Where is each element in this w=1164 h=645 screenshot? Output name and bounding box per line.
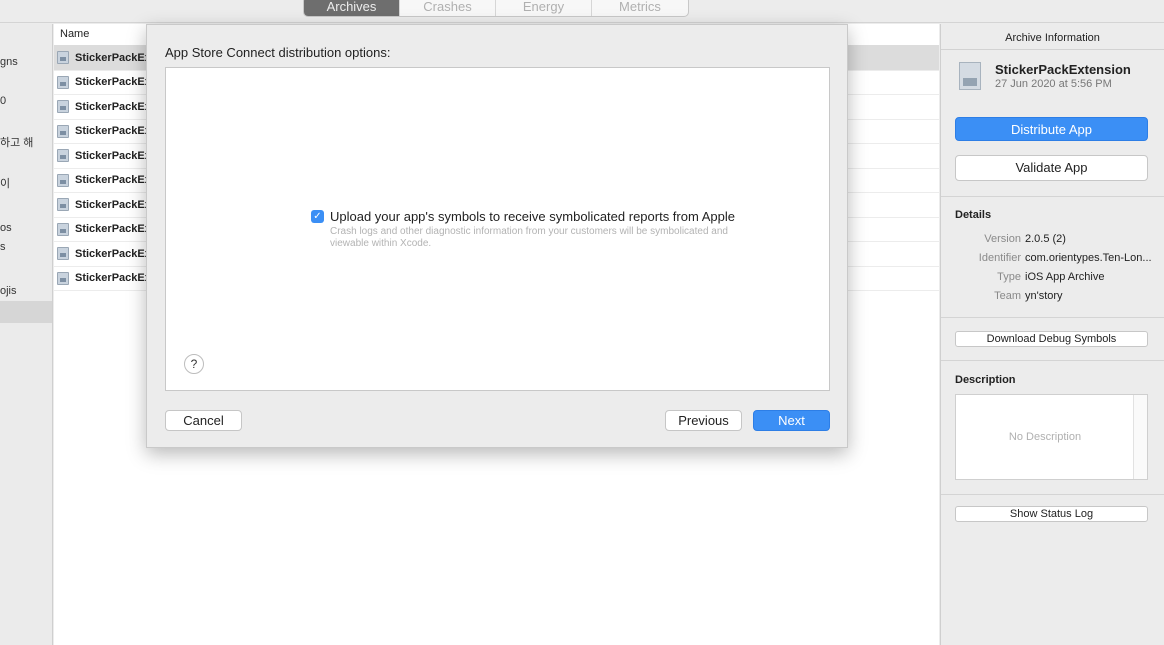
segmented-tabs: Archives Crashes Energy Metrics <box>303 0 689 17</box>
detail-value: iOS App Archive <box>1025 271 1105 283</box>
archive-icon <box>57 271 69 285</box>
archive-icon <box>57 100 69 114</box>
upload-symbols-option[interactable]: ✓ Upload your app's symbols to receive s… <box>311 209 735 224</box>
sheet-title: App Store Connect distribution options: <box>165 45 391 60</box>
row-label: StickerPackEx <box>75 198 151 211</box>
divider <box>941 494 1164 495</box>
detail-version: Version 2.0.5 (2) <box>941 233 1164 245</box>
divider <box>941 360 1164 361</box>
row-label: StickerPackEx <box>75 247 151 260</box>
show-status-log-button[interactable]: Show Status Log <box>955 506 1148 522</box>
archive-icon <box>57 51 69 65</box>
upload-symbols-help-text: Crash logs and other diagnostic informat… <box>330 226 728 249</box>
detail-value: 2.0.5 (2) <box>1025 233 1066 245</box>
tab-energy[interactable]: Energy <box>496 0 592 16</box>
archive-icon <box>959 62 981 90</box>
archive-info-panel: Archive Information StickerPackExtension… <box>940 24 1164 645</box>
distribution-options-sheet: App Store Connect distribution options: … <box>146 24 848 448</box>
archive-icon <box>57 247 69 261</box>
row-label: StickerPackEx <box>75 272 151 285</box>
detail-value: yn'story <box>1025 290 1063 302</box>
archive-summary: StickerPackExtension 27 Jun 2020 at 5:56… <box>959 62 1131 90</box>
help-button[interactable]: ? <box>184 354 204 374</box>
detail-key: Version <box>984 233 1021 245</box>
tab-metrics[interactable]: Metrics <box>592 0 688 16</box>
detail-identifier: Identifier com.orientypes.Ten-Lon... <box>941 252 1164 264</box>
previous-button[interactable]: Previous <box>665 410 742 431</box>
description-placeholder: No Description <box>1008 431 1082 443</box>
detail-value: com.orientypes.Ten-Lon... <box>1025 252 1152 264</box>
row-label: StickerPackEx <box>75 125 151 138</box>
archive-icon <box>57 173 69 187</box>
row-label: StickerPackEx <box>75 223 151 236</box>
row-label: StickerPackEx <box>75 174 151 187</box>
description-scrollbar[interactable] <box>1133 395 1147 479</box>
sidebar: gns 0 하고 해 이 os s ojis <box>0 24 53 645</box>
cancel-button[interactable]: Cancel <box>165 410 242 431</box>
divider <box>941 317 1164 318</box>
detail-key: Identifier <box>978 252 1021 264</box>
download-debug-symbols-button[interactable]: Download Debug Symbols <box>955 331 1148 347</box>
sidebar-item[interactable]: 이 <box>0 173 52 195</box>
row-label: StickerPackEx <box>75 51 151 64</box>
row-label: StickerPackEx <box>75 100 151 113</box>
archive-name: StickerPackExtension <box>995 62 1131 77</box>
sidebar-item[interactable]: 0 <box>0 90 52 112</box>
row-label: StickerPackEx <box>75 149 151 162</box>
detail-type: Type iOS App Archive <box>941 271 1164 283</box>
archive-date: 27 Jun 2020 at 5:56 PM <box>995 78 1112 90</box>
archive-icon <box>57 75 69 89</box>
distribute-app-button[interactable]: Distribute App <box>955 117 1148 141</box>
options-box: ✓ Upload your app's symbols to receive s… <box>165 67 830 391</box>
tab-crashes[interactable]: Crashes <box>400 0 496 16</box>
divider <box>941 196 1164 197</box>
validate-app-button[interactable]: Validate App <box>955 155 1148 181</box>
sidebar-item[interactable]: s <box>0 236 52 258</box>
row-label: StickerPackEx <box>75 76 151 89</box>
detail-team: Team yn'story <box>941 290 1164 302</box>
upload-symbols-checkbox[interactable]: ✓ <box>311 210 324 223</box>
description-heading: Description <box>955 374 1016 386</box>
detail-key: Type <box>997 271 1021 283</box>
archive-icon <box>57 198 69 212</box>
archive-icon <box>57 149 69 163</box>
sidebar-item[interactable]: gns <box>0 51 52 73</box>
next-button[interactable]: Next <box>753 410 830 431</box>
details-heading: Details <box>955 209 992 221</box>
sidebar-item-selected[interactable] <box>0 301 52 323</box>
archive-icon <box>57 124 69 138</box>
tab-archives[interactable]: Archives <box>304 0 400 16</box>
sidebar-item[interactable]: 하고 해 <box>0 132 52 154</box>
archive-icon <box>57 222 69 236</box>
upload-symbols-label: Upload your app's symbols to receive sym… <box>330 209 735 224</box>
sidebar-item[interactable]: ojis <box>0 280 52 302</box>
description-field[interactable]: No Description <box>955 394 1148 480</box>
detail-key: Team <box>994 290 1021 302</box>
panel-title: Archive Information <box>941 24 1164 50</box>
top-toolbar: Archives Crashes Energy Metrics <box>0 0 1164 23</box>
